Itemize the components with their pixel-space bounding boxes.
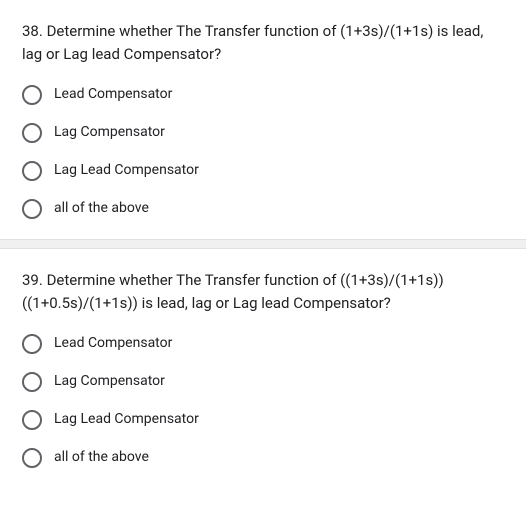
option-lag-compensator[interactable]: Lag Compensator [22, 372, 504, 392]
radio-icon [22, 372, 42, 392]
question-38: 38. Determine whether The Transfer funct… [0, 0, 526, 239]
option-label: Lag Compensator [54, 372, 165, 392]
radio-icon [22, 161, 42, 181]
question-body: Determine whether The Transfer function … [22, 22, 483, 63]
option-label: Lead Compensator [54, 334, 172, 354]
option-all-of-the-above[interactable]: all of the above [22, 199, 504, 219]
divider [0, 239, 526, 249]
options-list: Lead Compensator Lag Compensator Lag Lea… [22, 334, 504, 468]
question-number: 38. [22, 22, 43, 40]
option-lead-compensator[interactable]: Lead Compensator [22, 334, 504, 354]
question-number: 39. [22, 271, 43, 289]
option-label: Lag Lead Compensator [54, 410, 199, 430]
question-text: 38. Determine whether The Transfer funct… [22, 20, 504, 65]
option-label: Lag Lead Compensator [54, 161, 199, 181]
option-lag-lead-compensator[interactable]: Lag Lead Compensator [22, 410, 504, 430]
question-text: 39. Determine whether The Transfer funct… [22, 269, 504, 314]
radio-icon [22, 123, 42, 143]
option-lead-compensator[interactable]: Lead Compensator [22, 85, 504, 105]
options-list: Lead Compensator Lag Compensator Lag Lea… [22, 85, 504, 219]
option-lag-lead-compensator[interactable]: Lag Lead Compensator [22, 161, 504, 181]
radio-icon [22, 199, 42, 219]
option-lag-compensator[interactable]: Lag Compensator [22, 123, 504, 143]
radio-icon [22, 448, 42, 468]
option-label: all of the above [54, 448, 149, 468]
option-all-of-the-above[interactable]: all of the above [22, 448, 504, 468]
option-label: Lag Compensator [54, 123, 165, 143]
radio-icon [22, 85, 42, 105]
question-39: 39. Determine whether The Transfer funct… [0, 249, 526, 488]
radio-icon [22, 410, 42, 430]
question-body: Determine whether The Transfer function … [22, 271, 444, 312]
option-label: Lead Compensator [54, 85, 172, 105]
option-label: all of the above [54, 199, 149, 219]
radio-icon [22, 334, 42, 354]
